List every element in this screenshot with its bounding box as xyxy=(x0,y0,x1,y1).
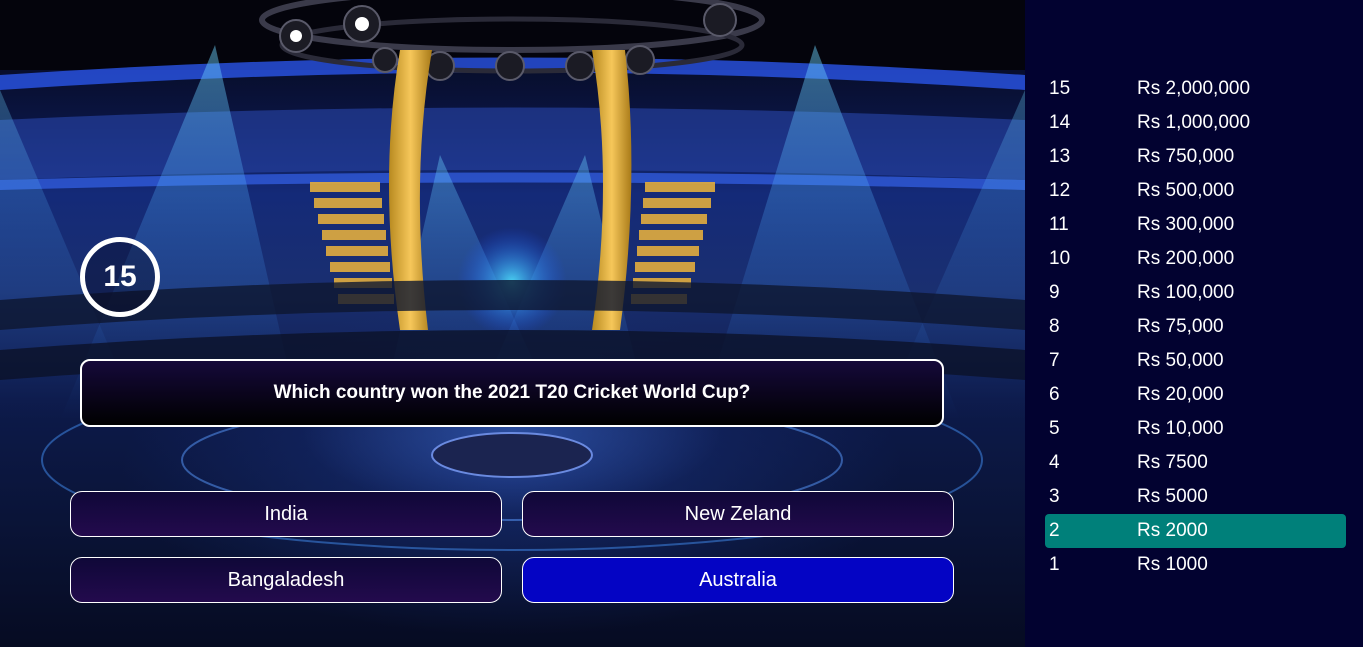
level-amount: Rs 1000 xyxy=(1137,554,1208,575)
money-level-2: 2 Rs 2000 xyxy=(1045,514,1346,548)
money-level-15: 15 Rs 2,000,000 xyxy=(1045,72,1346,106)
level-amount: Rs 200,000 xyxy=(1137,248,1235,269)
level-amount: Rs 20,000 xyxy=(1137,384,1224,405)
level-number: 2 xyxy=(1049,520,1060,541)
answer-option-3[interactable]: Bangaladesh xyxy=(70,557,502,603)
money-level-13: 13 Rs 750,000 xyxy=(1045,140,1346,174)
answer-label: Australia xyxy=(699,568,777,591)
level-number: 11 xyxy=(1049,214,1069,235)
level-amount: Rs 300,000 xyxy=(1137,214,1235,235)
question-box: Which country won the 2021 T20 Cricket W… xyxy=(80,359,944,427)
money-level-8: 8 Rs 75,000 xyxy=(1045,310,1346,344)
level-amount: Rs 500,000 xyxy=(1137,180,1235,201)
money-level-6: 6 Rs 20,000 xyxy=(1045,378,1346,412)
level-amount: Rs 2000 xyxy=(1137,520,1208,541)
money-level-5: 5 Rs 10,000 xyxy=(1045,412,1346,446)
level-amount: Rs 100,000 xyxy=(1137,282,1235,303)
money-level-14: 14 Rs 1,000,000 xyxy=(1045,106,1346,140)
level-number: 9 xyxy=(1049,282,1060,303)
money-pyramid: 15 Rs 2,000,000 14 Rs 1,000,000 13 Rs 750,0… xyxy=(1025,0,1363,647)
answer-label: India xyxy=(264,502,308,525)
money-level-7: 7 Rs 50,000 xyxy=(1045,344,1346,378)
answer-label: Bangaladesh xyxy=(227,568,345,591)
level-amount: Rs 750,000 xyxy=(1137,146,1235,167)
game-screen: 15 Which country won the 2021 T20 Cricke… xyxy=(0,0,1363,647)
level-number: 10 xyxy=(1049,248,1071,269)
level-number: 4 xyxy=(1049,452,1060,473)
level-amount: Rs 1,000,000 xyxy=(1137,112,1251,133)
level-number: 5 xyxy=(1049,418,1060,439)
money-level-12: 12 Rs 500,000 xyxy=(1045,174,1346,208)
answer-option-2[interactable]: New Zeland xyxy=(522,491,954,537)
question-text: Which country won the 2021 T20 Cricket W… xyxy=(273,382,751,403)
money-level-9: 9 Rs 100,000 xyxy=(1045,276,1346,310)
money-level-4: 4 Rs 7500 xyxy=(1045,446,1346,480)
level-number: 8 xyxy=(1049,316,1060,337)
level-number: 7 xyxy=(1049,350,1060,371)
timer: 15 xyxy=(80,237,160,317)
level-amount: Rs 2,000,000 xyxy=(1137,78,1251,99)
level-number: 12 xyxy=(1049,180,1071,201)
level-amount: Rs 7500 xyxy=(1137,452,1208,473)
level-amount: Rs 50,000 xyxy=(1137,350,1224,371)
answer-option-1[interactable]: India xyxy=(70,491,502,537)
level-amount: Rs 5000 xyxy=(1137,486,1208,507)
money-level-11: 11 Rs 300,000 xyxy=(1045,208,1346,242)
money-level-10: 10 Rs 200,000 xyxy=(1045,242,1346,276)
money-level-1: 1 Rs 1000 xyxy=(1045,548,1346,582)
level-number: 1 xyxy=(1049,554,1060,575)
answer-grid: India New Zeland Bangaladesh Australia xyxy=(70,491,954,603)
level-number: 6 xyxy=(1049,384,1060,405)
level-number: 3 xyxy=(1049,486,1060,507)
money-list: 15 Rs 2,000,000 14 Rs 1,000,000 13 Rs 750,0… xyxy=(1025,72,1363,582)
answer-option-4[interactable]: Australia xyxy=(522,557,954,603)
level-number: 15 xyxy=(1049,78,1071,99)
timer-value: 15 xyxy=(103,260,137,293)
money-level-3: 3 Rs 5000 xyxy=(1045,480,1346,514)
level-number: 14 xyxy=(1049,112,1071,133)
level-amount: Rs 75,000 xyxy=(1137,316,1224,337)
level-amount: Rs 10,000 xyxy=(1137,418,1224,439)
answer-label: New Zeland xyxy=(684,502,792,525)
game-stage: 15 Which country won the 2021 T20 Cricke… xyxy=(0,0,1025,647)
level-number: 13 xyxy=(1049,146,1071,167)
